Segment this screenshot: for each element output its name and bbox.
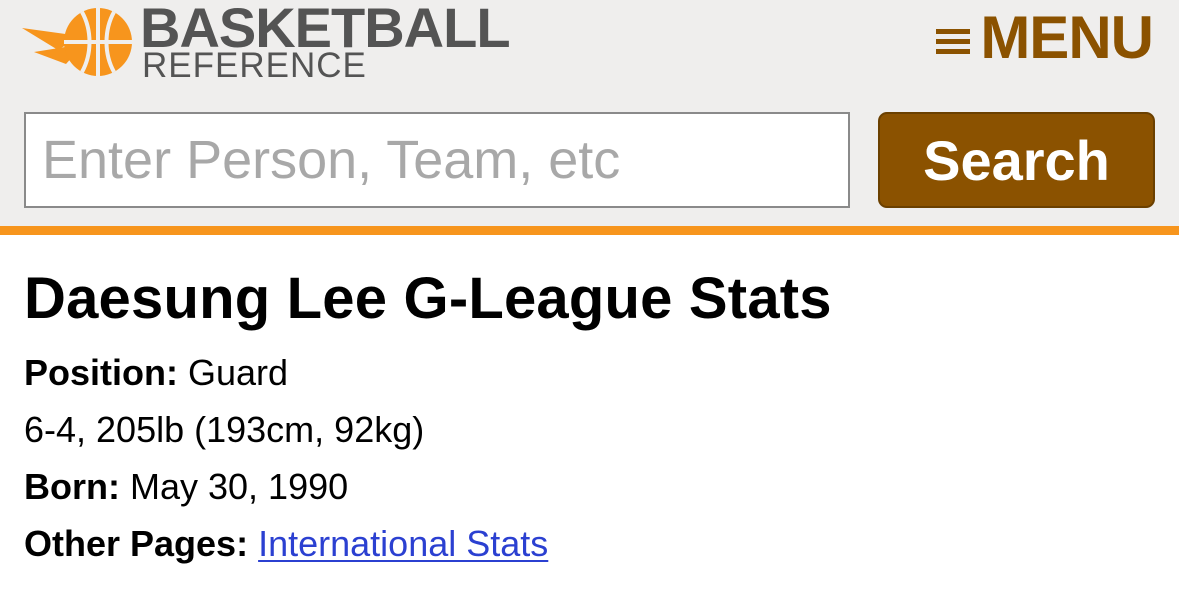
position-line: Position: Guard	[24, 344, 1154, 401]
born-value: May 30, 1990	[130, 466, 349, 507]
height-weight-value: 6-4, 205lb (193cm, 92kg)	[24, 409, 425, 450]
site-header: BASKETBALL REFERENCE MENU Search	[0, 0, 1179, 226]
position-value: Guard	[188, 352, 289, 393]
other-pages-line: Other Pages: International Stats	[24, 515, 1154, 572]
header-accent-divider	[0, 226, 1179, 235]
logo-word-reference: REFERENCE	[142, 46, 367, 85]
born-line: Born: May 30, 1990	[24, 458, 1154, 515]
international-stats-link[interactable]: International Stats	[258, 523, 548, 564]
search-input[interactable]	[24, 112, 850, 208]
born-label: Born:	[24, 466, 120, 507]
site-logo[interactable]: BASKETBALL REFERENCE	[22, 0, 512, 85]
hamburger-icon	[936, 29, 971, 54]
position-label: Position:	[24, 352, 178, 393]
search-button[interactable]: Search	[878, 112, 1155, 208]
menu-button[interactable]: MENU	[936, 4, 1154, 71]
player-info: Daesung Lee G-League Stats Position: Gua…	[24, 264, 1154, 572]
other-pages-label: Other Pages:	[24, 523, 249, 564]
height-weight-line: 6-4, 205lb (193cm, 92kg)	[24, 401, 1154, 458]
page-title: Daesung Lee G-League Stats	[24, 266, 832, 331]
menu-label: MENU	[980, 4, 1154, 71]
basketball-icon	[22, 8, 132, 76]
